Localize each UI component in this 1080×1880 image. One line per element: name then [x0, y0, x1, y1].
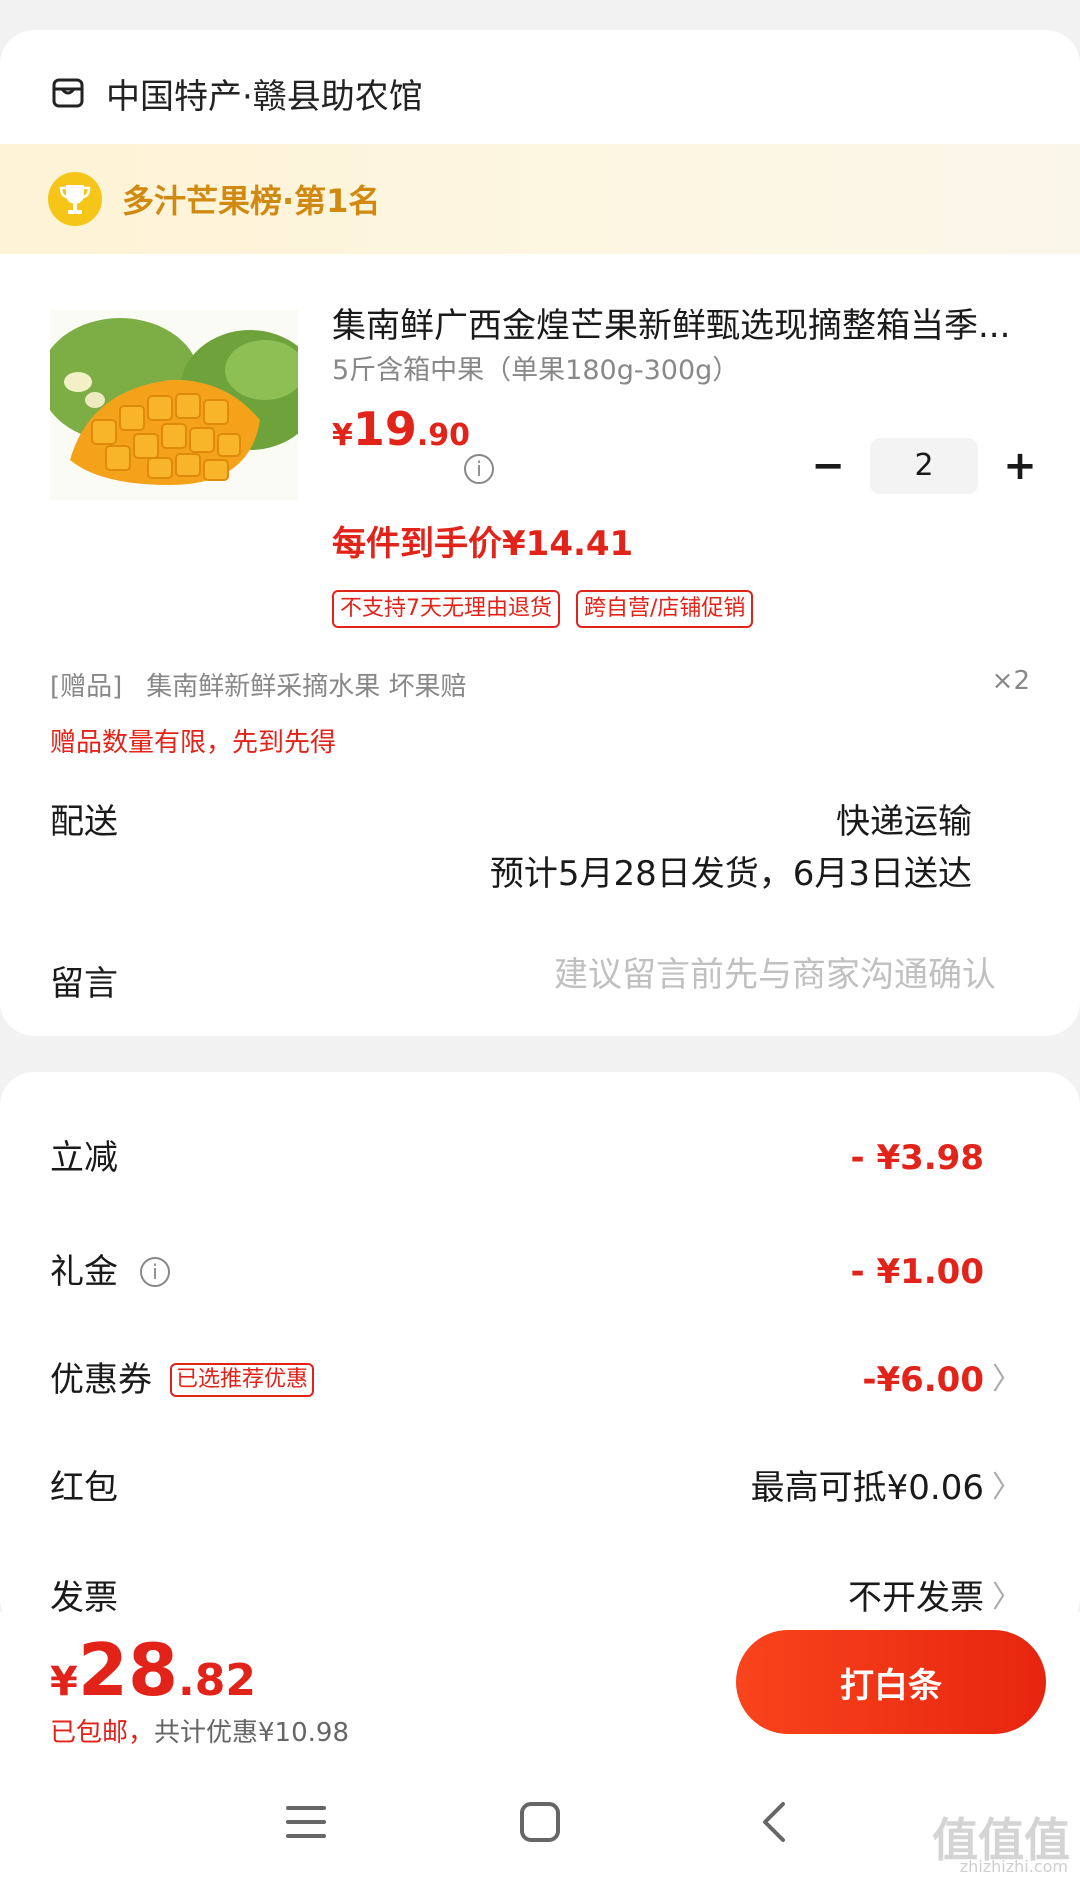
- gift-money-value: - ¥1.00: [850, 1252, 985, 1292]
- shop-icon: [52, 78, 84, 108]
- trophy-icon: [48, 172, 102, 226]
- plus-button[interactable]: +: [1000, 446, 1040, 486]
- product-spec[interactable]: 5斤含箱中果（单果180g-300g）: [332, 348, 739, 387]
- order-card: 中国特产·赣县助农馆 多汁芒果榜·第1名 集南鲜广西金煌芒果新鲜甄选现摘整箱当季…: [0, 30, 1080, 1036]
- checkout-bar: ¥ 28 .82 已包邮，共计优惠¥10.98 打白条: [0, 1612, 1080, 1762]
- total-decimal: .82: [178, 1655, 256, 1706]
- instant-discount-row: 立减 - ¥3.98: [0, 1128, 1080, 1188]
- coupon-label-wrap: 优惠券 已选推荐优惠: [50, 1350, 315, 1410]
- red-packet-value: 最高可抵¥0.06: [750, 1468, 984, 1508]
- shipping-label: 配送: [50, 802, 118, 842]
- gift-quantity: ×2: [991, 666, 1030, 696]
- instant-discount-value: - ¥3.98: [850, 1138, 985, 1178]
- product-title[interactable]: 集南鲜广西金煌芒果新鲜甄选现摘整箱当季...: [332, 298, 1032, 347]
- ranking-banner[interactable]: 多汁芒果榜·第1名: [0, 144, 1080, 254]
- menu-icon[interactable]: [276, 1792, 336, 1852]
- quantity-value[interactable]: 2: [870, 438, 978, 494]
- price-integer: 19: [352, 402, 417, 456]
- minus-button[interactable]: −: [808, 446, 848, 486]
- message-label: 留言: [50, 964, 118, 1004]
- red-packet-row[interactable]: 红包 最高可抵¥0.06 〉: [0, 1458, 1080, 1518]
- shipping-date: 预计5月28日发货，6月3日送达: [489, 854, 972, 894]
- tag-no-return: 不支持7天无理由退货: [332, 590, 560, 628]
- price-symbol: ¥: [332, 418, 353, 453]
- back-icon[interactable]: [744, 1792, 804, 1852]
- ranking-text: 多汁芒果榜·第1名: [122, 182, 381, 220]
- product-tags: 不支持7天无理由退货 跨自营/店铺促销: [332, 590, 754, 628]
- message-input[interactable]: [496, 950, 996, 1000]
- gift-money-label: 礼金: [50, 1252, 118, 1292]
- coupon-value: -¥6.00: [862, 1360, 984, 1400]
- shop-header[interactable]: 中国特产·赣县助农馆: [52, 68, 423, 118]
- quantity-stepper: − 2 +: [808, 438, 1040, 494]
- total-symbol: ¥: [50, 1659, 78, 1705]
- shipping-type[interactable]: 快递运输: [836, 794, 972, 843]
- coupon-badge: 已选推荐优惠: [170, 1363, 315, 1397]
- gift-name: 集南鲜新鲜采摘水果 坏果赔: [146, 672, 467, 702]
- gift-warning: 赠品数量有限，先到先得: [50, 728, 337, 758]
- gift-money-row: 礼金 i - ¥1.00: [0, 1242, 1080, 1302]
- gift-money-info-icon[interactable]: i: [140, 1257, 170, 1287]
- coupon-row[interactable]: 优惠券 已选推荐优惠 -¥6.00 〉: [0, 1350, 1080, 1410]
- pay-button[interactable]: 打白条: [736, 1630, 1046, 1734]
- discount-card: 立减 - ¥3.98 礼金 i - ¥1.00 优惠券 已选推荐优惠 -¥6.0…: [0, 1072, 1080, 1632]
- coupon-label: 优惠券: [50, 1360, 152, 1400]
- product-price: ¥ 19 .90: [332, 402, 470, 456]
- watermark-url: zhizhizhi.com: [959, 1857, 1068, 1876]
- gift-row: [赠品] 集南鲜新鲜采摘水果 坏果赔 ×2: [50, 666, 1030, 703]
- total-price: ¥ 28 .82: [50, 1628, 256, 1712]
- price-decimal: .90: [416, 418, 471, 453]
- gift-money-label-wrap: 礼金 i: [50, 1242, 170, 1302]
- chevron-right-icon: 〉: [992, 1362, 1022, 1397]
- instant-discount-label: 立减: [50, 1138, 118, 1178]
- saving-text[interactable]: 共计优惠¥10.98: [154, 1718, 349, 1748]
- total-integer: 28: [77, 1628, 179, 1712]
- home-icon[interactable]: [510, 1792, 570, 1852]
- system-nav-bar: 值值值 zhizhizhi.com: [0, 1762, 1080, 1880]
- shop-name: 中国特产·赣县助农馆: [106, 76, 423, 117]
- total-note: 已包邮，共计优惠¥10.98: [50, 1712, 349, 1749]
- chevron-right-icon: 〉: [992, 1470, 1022, 1505]
- mango-image[interactable]: [50, 310, 298, 500]
- red-packet-label: 红包: [50, 1468, 118, 1508]
- gift-prefix: [赠品]: [50, 672, 123, 702]
- free-shipping-text: 已包邮，: [50, 1718, 155, 1748]
- tag-promotion: 跨自营/店铺促销: [576, 590, 754, 628]
- price-info-icon[interactable]: i: [464, 454, 494, 484]
- deal-price: 每件到手价¥14.41: [332, 524, 634, 564]
